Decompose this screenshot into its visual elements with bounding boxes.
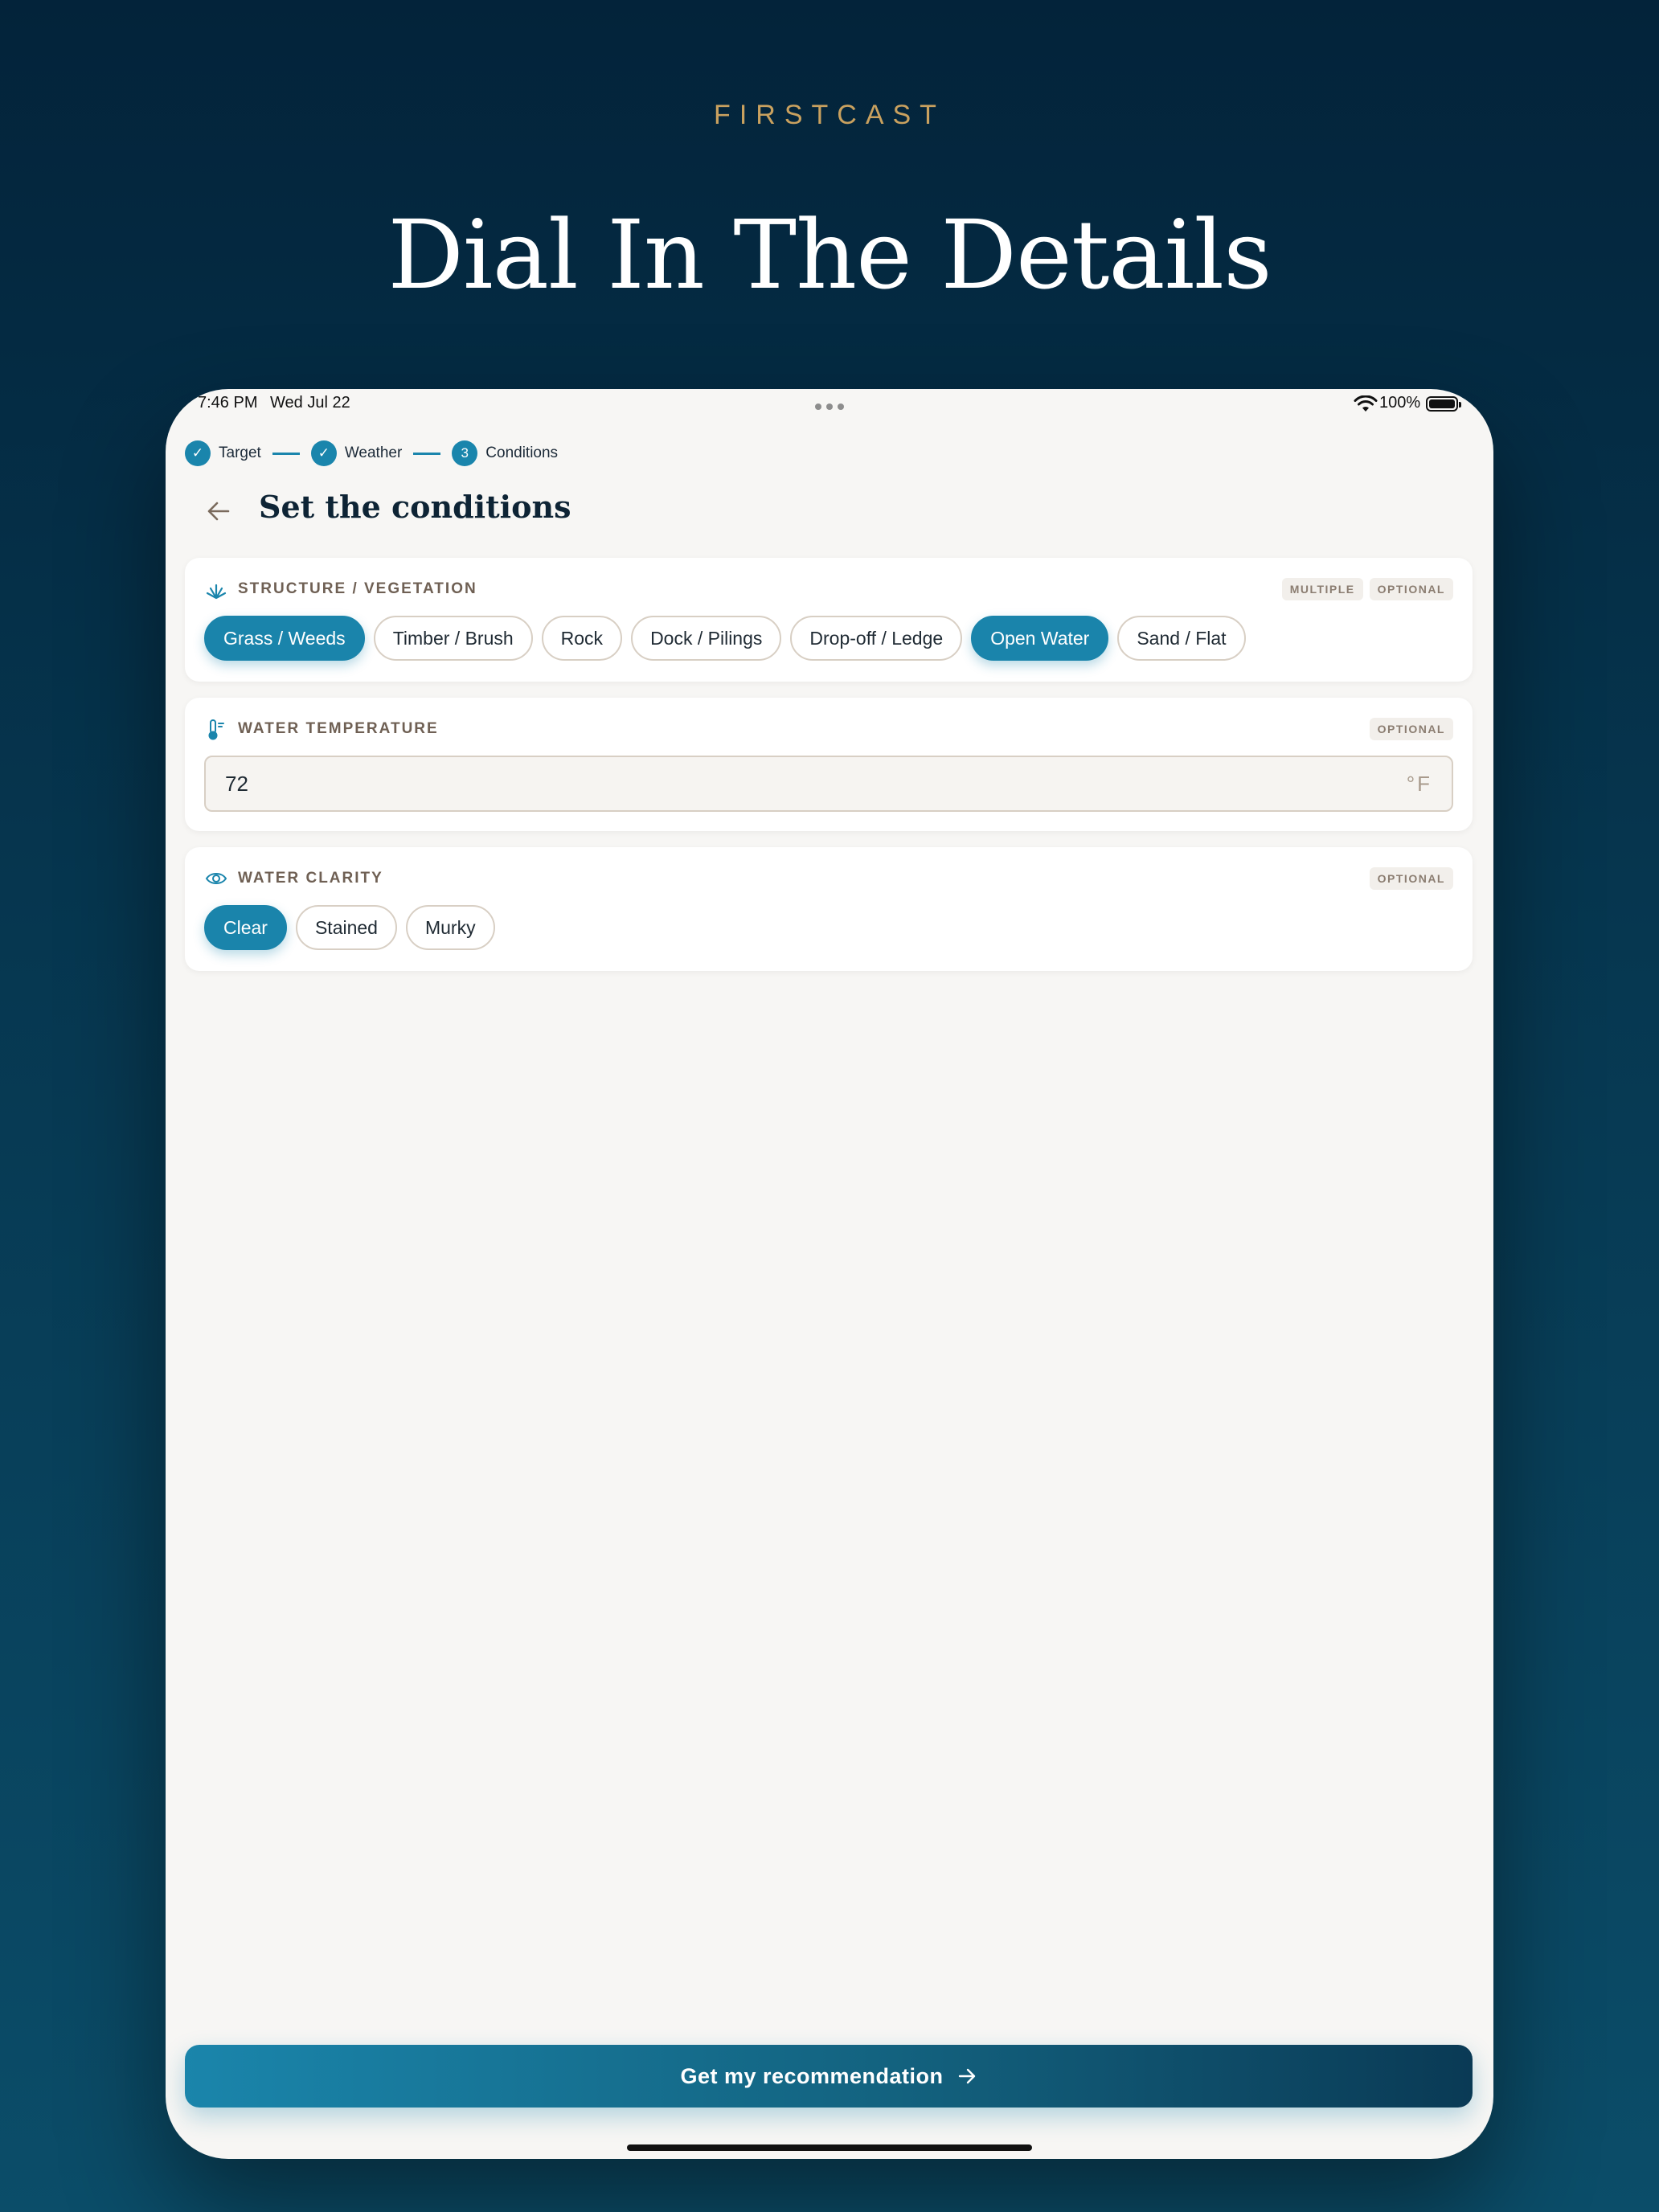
step-label: Conditions	[485, 444, 559, 461]
multitasking-dots-icon[interactable]	[815, 403, 844, 410]
tablet-screen: 7:46 PM Wed Jul 22 100% ✓ Target ✓ Weath…	[166, 389, 1493, 2159]
get-recommendation-button[interactable]: Get my recommendation	[185, 2045, 1473, 2108]
grass-icon	[204, 577, 228, 601]
chip-open-water[interactable]: Open Water	[971, 616, 1109, 661]
check-icon: ✓	[310, 440, 337, 466]
structure-card: STRUCTURE / VEGETATION MULTIPLE OPTIONAL…	[185, 558, 1473, 682]
chip-rock[interactable]: Rock	[541, 616, 623, 661]
temperature-value: 72	[225, 772, 248, 796]
optional-tag: OPTIONAL	[1369, 867, 1453, 890]
page-title: Set the conditions	[259, 489, 571, 525]
chip-timber-brush[interactable]: Timber / Brush	[373, 616, 533, 661]
step-target[interactable]: ✓ Target	[185, 440, 261, 466]
chip-clear[interactable]: Clear	[204, 905, 287, 950]
thermometer-icon	[204, 717, 228, 741]
wifi-icon	[1354, 395, 1378, 412]
status-bar: 7:46 PM Wed Jul 22 100%	[166, 389, 1493, 434]
battery-icon	[1426, 396, 1461, 412]
multiple-tag: MULTIPLE	[1281, 578, 1363, 600]
card-title: WATER TEMPERATURE	[238, 720, 439, 737]
step-weather[interactable]: ✓ Weather	[310, 440, 403, 466]
step-number: 3	[452, 440, 478, 466]
chip-sand-flat[interactable]: Sand / Flat	[1117, 616, 1246, 661]
check-icon: ✓	[185, 440, 211, 466]
step-label: Target	[219, 444, 261, 461]
eye-icon	[204, 866, 228, 891]
status-time: 7:46 PM	[198, 394, 258, 412]
chip-dock-pilings[interactable]: Dock / Pilings	[631, 616, 782, 661]
status-date: Wed Jul 22	[270, 394, 350, 412]
clarity-chip-group: Clear Stained Murky	[204, 905, 495, 950]
step-label: Weather	[344, 444, 403, 461]
card-title: WATER CLARITY	[238, 870, 383, 887]
water-temperature-card: WATER TEMPERATURE OPTIONAL 72 °F	[185, 698, 1473, 831]
card-title: STRUCTURE / VEGETATION	[238, 580, 477, 597]
home-indicator[interactable]	[627, 2144, 1032, 2151]
battery-percent: 100%	[1379, 394, 1421, 412]
water-clarity-card: WATER CLARITY OPTIONAL Clear Stained Mur…	[185, 847, 1473, 971]
cta-label: Get my recommendation	[680, 2063, 944, 2088]
temperature-unit: °F	[1406, 772, 1432, 796]
water-temperature-input[interactable]: 72 °F	[204, 756, 1453, 812]
step-conditions: 3 Conditions	[452, 440, 558, 466]
step-connector	[272, 452, 300, 455]
hero-title: Dial In The Details	[387, 199, 1272, 310]
structure-chip-group: Grass / Weeds Timber / Brush Rock Dock /…	[204, 616, 1246, 661]
brand-wordmark: FIRSTCAST	[714, 100, 945, 130]
chip-drop-off-ledge[interactable]: Drop-off / Ledge	[790, 616, 963, 661]
back-arrow-icon[interactable]	[201, 494, 236, 529]
optional-tag: OPTIONAL	[1369, 578, 1453, 600]
arrow-right-icon	[958, 2068, 975, 2084]
progress-stepper: ✓ Target ✓ Weather 3 Conditions	[185, 439, 558, 468]
step-connector	[413, 452, 441, 455]
optional-tag: OPTIONAL	[1369, 718, 1453, 740]
chip-stained[interactable]: Stained	[295, 905, 397, 950]
chip-murky[interactable]: Murky	[405, 905, 495, 950]
chip-grass-weeds[interactable]: Grass / Weeds	[204, 616, 365, 661]
